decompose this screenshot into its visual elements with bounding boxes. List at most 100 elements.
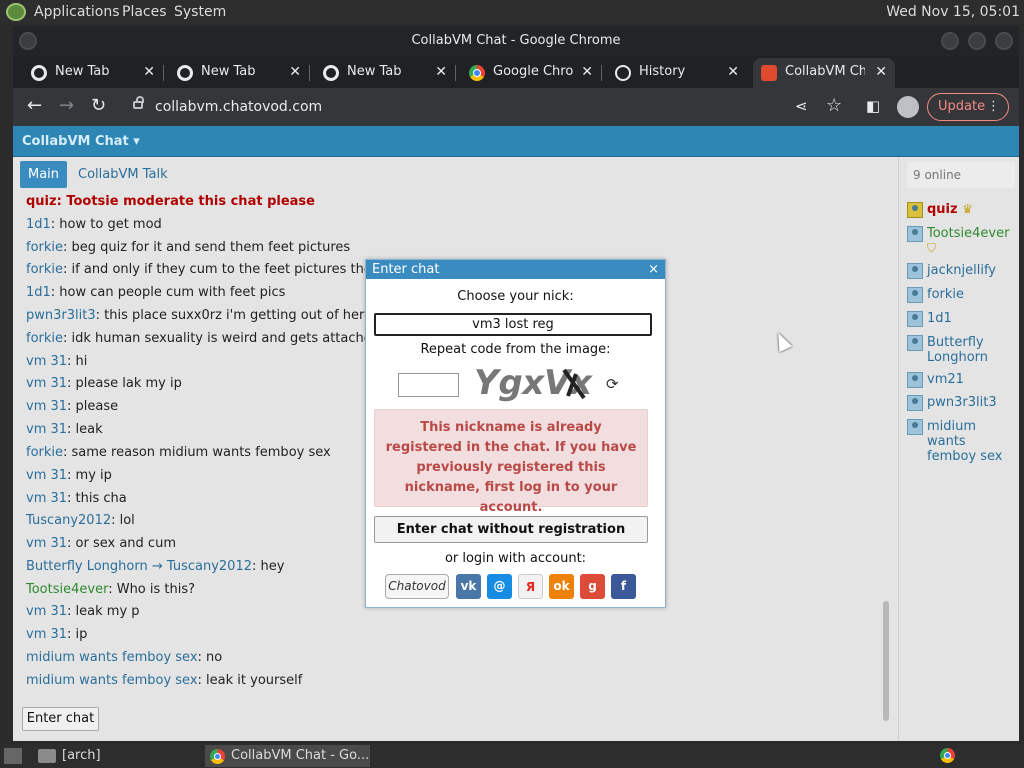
show-desktop-icon[interactable] — [4, 748, 22, 764]
message-author[interactable]: Tuscany2012 — [26, 513, 111, 528]
distro-logo-icon[interactable] — [6, 3, 26, 21]
close-icon[interactable]: × — [648, 260, 659, 279]
profile-avatar-icon[interactable] — [897, 96, 919, 118]
user-item[interactable]: jacknjellify — [907, 263, 1017, 279]
google-login-icon[interactable]: g — [580, 574, 605, 599]
message-author[interactable]: midium wants femboy sex — [26, 673, 198, 688]
message-author[interactable]: vm 31 — [26, 604, 67, 619]
more-menu-icon[interactable]: ⋮ — [987, 94, 1000, 120]
window-titlebar[interactable]: CollabVM Chat - Google Chrome — [13, 26, 1019, 56]
message-author[interactable]: 1d1 — [26, 285, 51, 300]
enter-chat-button[interactable]: Enter chat — [22, 707, 99, 731]
folder-icon[interactable] — [38, 749, 56, 763]
ok-login-icon[interactable]: ok — [549, 574, 574, 599]
message-text: : same reason midium wants femboy sex — [63, 445, 331, 460]
close-tab-icon[interactable]: ✕ — [435, 58, 447, 86]
user-name: pwn3r3lit3 — [927, 395, 997, 410]
chat-header[interactable]: CollabVM Chat ▾ — [13, 126, 1019, 157]
tab-new-3[interactable]: New Tab ✕ — [315, 58, 456, 88]
message-author[interactable]: forkie — [26, 445, 63, 460]
message-author[interactable]: vm 31 — [26, 422, 67, 437]
minimize-icon[interactable] — [941, 32, 959, 50]
user-avatar-icon — [907, 263, 923, 279]
message-author[interactable]: quiz — [26, 194, 57, 209]
maximize-icon[interactable] — [968, 32, 986, 50]
dialog-titlebar[interactable]: Enter chat × — [366, 260, 665, 279]
message-row: vm 31: ip — [26, 627, 87, 642]
mailru-login-icon[interactable]: @ — [487, 574, 512, 599]
chrome-tray-icon[interactable] — [940, 748, 955, 763]
menu-system[interactable]: System — [174, 4, 226, 20]
message-text: : leak my p — [67, 604, 140, 619]
tab-collabvm-chat[interactable]: CollabVM Cha ✕ — [753, 58, 895, 88]
message-author[interactable]: midium wants femboy sex — [26, 650, 198, 665]
yandex-login-icon[interactable]: Я — [518, 574, 543, 599]
message-author[interactable]: pwn3r3lit3 — [26, 308, 96, 323]
tab-label: History — [639, 64, 686, 79]
taskbar-item-chrome[interactable]: CollabVM Chat - Go... — [205, 745, 370, 767]
tab-collabvm-talk[interactable]: CollabVM Talk — [70, 161, 176, 188]
message-author[interactable]: vm 31 — [26, 376, 67, 391]
window-menu-icon[interactable] — [19, 32, 37, 50]
chat-scrollbar[interactable] — [883, 601, 889, 721]
close-tab-icon[interactable]: ✕ — [581, 58, 593, 86]
back-icon[interactable]: ← — [27, 96, 42, 116]
nick-input[interactable]: vm3 lost reg — [374, 313, 652, 336]
user-item[interactable]: forkie — [907, 287, 1017, 303]
user-item[interactable]: Tootsie4ever ⛉ — [907, 226, 1017, 256]
update-button[interactable]: Update ⋮ — [927, 93, 1009, 121]
bookmark-star-icon[interactable]: ☆ — [826, 96, 842, 116]
message-text: : Tootsie moderate this chat please — [56, 194, 315, 209]
message-author[interactable]: vm 31 — [26, 354, 67, 369]
message-author[interactable]: Butterfly Longhorn → Tuscany2012 — [26, 559, 252, 574]
user-item[interactable]: vm21 — [907, 372, 1017, 388]
tab-new-1[interactable]: New Tab ✕ — [23, 58, 164, 88]
address-bar[interactable]: collabvm.chatovod.com — [119, 92, 819, 122]
message-author[interactable]: 1d1 — [26, 217, 51, 232]
message-row: midium wants femboy sex: leak it yoursel… — [26, 673, 302, 688]
message-author[interactable]: forkie — [26, 240, 63, 255]
tab-google-chrome[interactable]: Google Chrom ✕ — [461, 58, 602, 88]
forward-icon[interactable]: → — [59, 96, 74, 116]
captcha-input[interactable] — [398, 373, 459, 397]
refresh-captcha-icon[interactable]: ⟳ — [606, 375, 619, 393]
message-author[interactable]: vm 31 — [26, 536, 67, 551]
clock[interactable]: Wed Nov 15, 05:01 — [886, 4, 1020, 20]
user-name: vm21 — [927, 372, 964, 387]
close-tab-icon[interactable]: ✕ — [727, 58, 739, 86]
message-author[interactable]: vm 31 — [26, 491, 67, 506]
tab-main[interactable]: Main — [20, 161, 68, 188]
menu-applications[interactable]: Applications — [34, 4, 120, 20]
window-title: CollabVM Chat - Google Chrome — [411, 33, 621, 48]
message-row: vm 31: leak my p — [26, 604, 140, 619]
tab-new-2[interactable]: New Tab ✕ — [169, 58, 310, 88]
close-tab-icon[interactable]: ✕ — [875, 58, 887, 86]
share-icon[interactable]: ⋖ — [795, 96, 808, 116]
close-tab-icon[interactable]: ✕ — [143, 58, 155, 86]
dialog-title: Enter chat — [372, 262, 440, 277]
taskbar-item-arch[interactable]: [arch] — [62, 746, 101, 766]
user-item[interactable]: 1d1 — [907, 311, 1017, 327]
facebook-login-icon[interactable]: f — [611, 574, 636, 599]
user-item[interactable]: Butterfly Longhorn — [907, 335, 1017, 365]
user-item[interactable]: quiz ♛ — [907, 202, 1017, 218]
tab-history[interactable]: History ✕ — [607, 58, 747, 88]
menu-places[interactable]: Places — [122, 4, 167, 20]
lock-icon[interactable] — [133, 96, 144, 109]
message-author[interactable]: vm 31 — [26, 399, 67, 414]
enter-without-registration-button[interactable]: Enter chat without registration — [374, 516, 648, 543]
close-tab-icon[interactable]: ✕ — [289, 58, 301, 86]
message-author[interactable]: Tootsie4ever — [26, 582, 108, 597]
message-author[interactable]: vm 31 — [26, 627, 67, 642]
reload-icon[interactable]: ↻ — [91, 96, 106, 116]
side-panel-icon[interactable]: ◧ — [866, 96, 880, 116]
close-window-icon[interactable] — [995, 32, 1013, 50]
user-item[interactable]: midium wants femboy sex — [907, 419, 1017, 464]
user-item[interactable]: pwn3r3lit3 — [907, 395, 1017, 411]
user-name: quiz — [927, 202, 958, 217]
message-author[interactable]: forkie — [26, 262, 63, 277]
message-author[interactable]: forkie — [26, 331, 63, 346]
vk-login-icon[interactable]: vk — [456, 574, 481, 599]
message-author[interactable]: vm 31 — [26, 468, 67, 483]
chatovod-login-button[interactable]: Chatovod — [385, 574, 449, 599]
